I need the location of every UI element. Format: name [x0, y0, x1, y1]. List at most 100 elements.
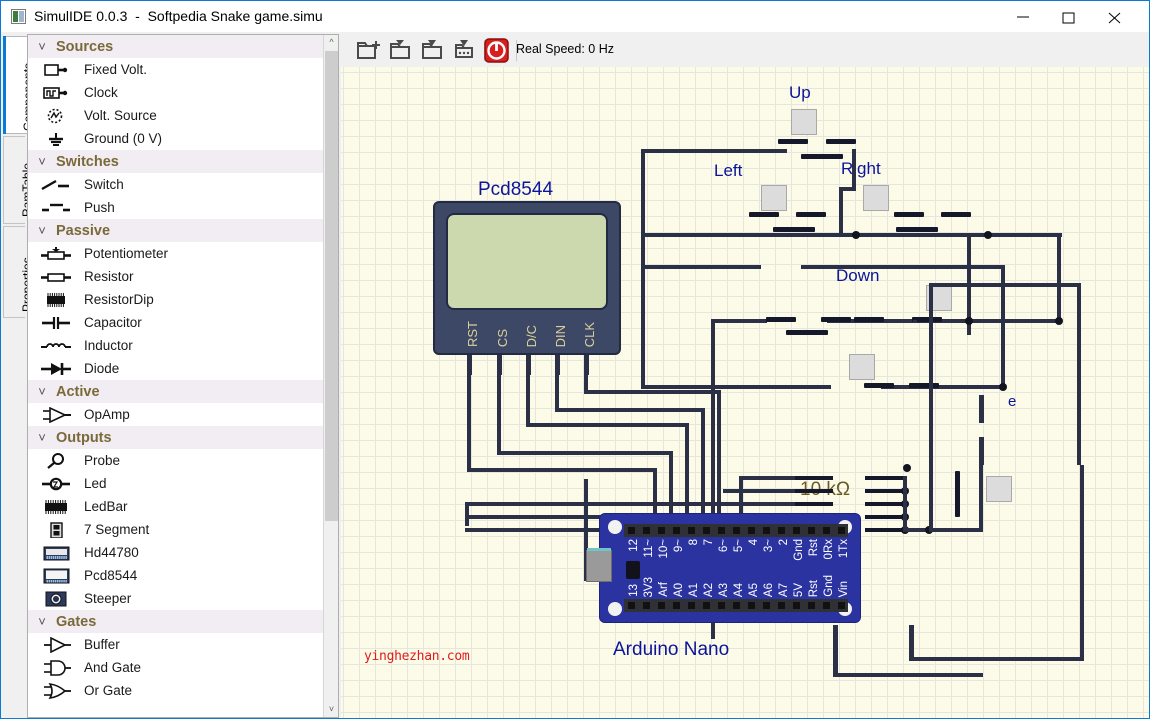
pin-pad-top[interactable]: [823, 527, 830, 534]
app-icon: [11, 9, 26, 24]
side-tab-properties[interactable]: Properties: [3, 226, 25, 318]
rdip-bus-v: [903, 476, 907, 532]
chevron-down-icon[interactable]: ˅: [28, 430, 56, 445]
pin-pad-bottom[interactable]: [718, 602, 725, 609]
component-item-label: Potentiometer: [84, 246, 168, 261]
component-group-switches[interactable]: ˅Switches: [28, 150, 324, 173]
component-item-or-gate[interactable]: Or Gate: [28, 679, 324, 702]
component-item-resistor[interactable]: Resistor: [28, 265, 324, 288]
push-button-right[interactable]: [863, 185, 889, 211]
component-group-gates[interactable]: ˅Gates: [28, 610, 324, 633]
component-group-label: Outputs: [56, 430, 112, 446]
component-group-passive[interactable]: ˅Passive: [28, 219, 324, 242]
scroll-down-icon[interactable]: ˅: [324, 702, 339, 717]
component-item-ground-0-v[interactable]: Ground (0 V): [28, 127, 324, 150]
pin-pad-top[interactable]: [778, 527, 785, 534]
component-item-ledbar[interactable]: LedBar: [28, 495, 324, 518]
pin-pad-top[interactable]: [763, 527, 770, 534]
pin-pad-bottom[interactable]: [703, 602, 710, 609]
chevron-down-icon[interactable]: ˅: [28, 223, 56, 238]
pin-pad-top[interactable]: [703, 527, 710, 534]
lcd-title-label: Pcd8544: [478, 179, 553, 201]
arduino-nano-board[interactable]: 1211~10~9~876~5~43~2GndRst0Rx1Tx 133V3Ar…: [599, 513, 861, 623]
chevron-down-icon[interactable]: ˅: [28, 614, 56, 629]
components-tree[interactable]: ˅SourcesFixed Volt.ClockVolt. SourceGrou…: [28, 35, 324, 717]
pin-pad-bottom[interactable]: [778, 602, 785, 609]
pin-pad-bottom[interactable]: [658, 602, 665, 609]
component-item-probe[interactable]: Probe: [28, 449, 324, 472]
component-item-label: Steeper: [84, 591, 131, 606]
pin-pad-bottom[interactable]: [643, 602, 650, 609]
pin-pad-bottom[interactable]: [628, 602, 635, 609]
scroll-up-icon[interactable]: ^: [324, 35, 339, 50]
pin-pad-top[interactable]: [673, 527, 680, 534]
save-circuit-button[interactable]: [418, 37, 446, 64]
component-group-active[interactable]: ˅Active: [28, 380, 324, 403]
push-button-down[interactable]: [849, 354, 875, 380]
minimize-button[interactable]: [1001, 1, 1047, 32]
component-group-outputs[interactable]: ˅Outputs: [28, 426, 324, 449]
component-item-switch[interactable]: Switch: [28, 173, 324, 196]
pin-pad-top[interactable]: [808, 527, 815, 534]
push-button-far-right[interactable]: [986, 476, 1012, 502]
save-as-button[interactable]: [450, 37, 478, 64]
component-item-diode[interactable]: Diode: [28, 357, 324, 380]
power-button[interactable]: [480, 37, 512, 64]
component-item-7-segment[interactable]: 7 Segment: [28, 518, 324, 541]
push-button-left[interactable]: [761, 185, 787, 211]
chevron-down-icon[interactable]: ˅: [28, 39, 56, 54]
pin-pad-bottom[interactable]: [673, 602, 680, 609]
component-item-led[interactable]: Led: [28, 472, 324, 495]
pin-pad-bottom[interactable]: [763, 602, 770, 609]
new-circuit-button[interactable]: [354, 37, 382, 64]
chevron-down-icon[interactable]: ˅: [28, 384, 56, 399]
component-item-and-gate[interactable]: And Gate: [28, 656, 324, 679]
component-item-opamp[interactable]: OpAmp: [28, 403, 324, 426]
pin-pad-top[interactable]: [733, 527, 740, 534]
pin-pad-top[interactable]: [688, 527, 695, 534]
side-tab-components[interactable]: Components: [3, 36, 27, 134]
pin-label-top: 7: [703, 539, 715, 545]
component-item-steeper[interactable]: Steeper: [28, 587, 324, 610]
pin-pad-bottom[interactable]: [733, 602, 740, 609]
component-item-hd44780[interactable]: Hd44780: [28, 541, 324, 564]
pin-pad-top[interactable]: [658, 527, 665, 534]
component-item-clock[interactable]: Clock: [28, 81, 324, 104]
components-scrollbar[interactable]: ^ ˅: [323, 35, 338, 717]
pin-pad-top[interactable]: [628, 527, 635, 534]
maximize-button[interactable]: [1047, 1, 1093, 32]
pin-pad-top[interactable]: [718, 527, 725, 534]
component-item-potentiometer[interactable]: Potentiometer: [28, 242, 324, 265]
pin-pad-bottom[interactable]: [838, 602, 845, 609]
pin-pad-top[interactable]: [838, 527, 845, 534]
component-item-pcd8544[interactable]: Pcd8544: [28, 564, 324, 587]
push-button-up[interactable]: [791, 109, 817, 135]
component-item-capacitor[interactable]: Capacitor: [28, 311, 324, 334]
wire-vert-long-1: [929, 283, 933, 532]
wire-btn-net-12h: [641, 385, 831, 389]
component-item-label: Resistor: [84, 269, 134, 284]
circuit-canvas[interactable]: Pcd8544 RST CS D/C DIN CLK: [341, 67, 1149, 718]
pin-pad-bottom[interactable]: [808, 602, 815, 609]
component-item-push[interactable]: Push: [28, 196, 324, 219]
close-button[interactable]: [1093, 1, 1139, 32]
side-tab-ramtable[interactable]: RamTable: [3, 136, 25, 224]
lcd-pin-dc: D/C: [524, 325, 539, 347]
component-item-buffer[interactable]: Buffer: [28, 633, 324, 656]
component-item-inductor[interactable]: Inductor: [28, 334, 324, 357]
pin-pad-bottom[interactable]: [688, 602, 695, 609]
pin-pad-top[interactable]: [748, 527, 755, 534]
pin-pad-bottom[interactable]: [823, 602, 830, 609]
pin-pad-bottom[interactable]: [748, 602, 755, 609]
component-item-volt-source[interactable]: Volt. Source: [28, 104, 324, 127]
pin-pad-top[interactable]: [643, 527, 650, 534]
chevron-down-icon[interactable]: ˅: [28, 154, 56, 169]
pin-pad-bottom[interactable]: [793, 602, 800, 609]
pcd8544-display[interactable]: RST CS D/C DIN CLK: [433, 201, 621, 355]
component-item-fixed-volt[interactable]: Fixed Volt.: [28, 58, 324, 81]
component-item-resistordip[interactable]: ResistorDip: [28, 288, 324, 311]
pin-pad-top[interactable]: [793, 527, 800, 534]
scrollbar-thumb[interactable]: [325, 51, 338, 521]
open-circuit-button[interactable]: [386, 37, 414, 64]
component-group-sources[interactable]: ˅Sources: [28, 35, 324, 58]
